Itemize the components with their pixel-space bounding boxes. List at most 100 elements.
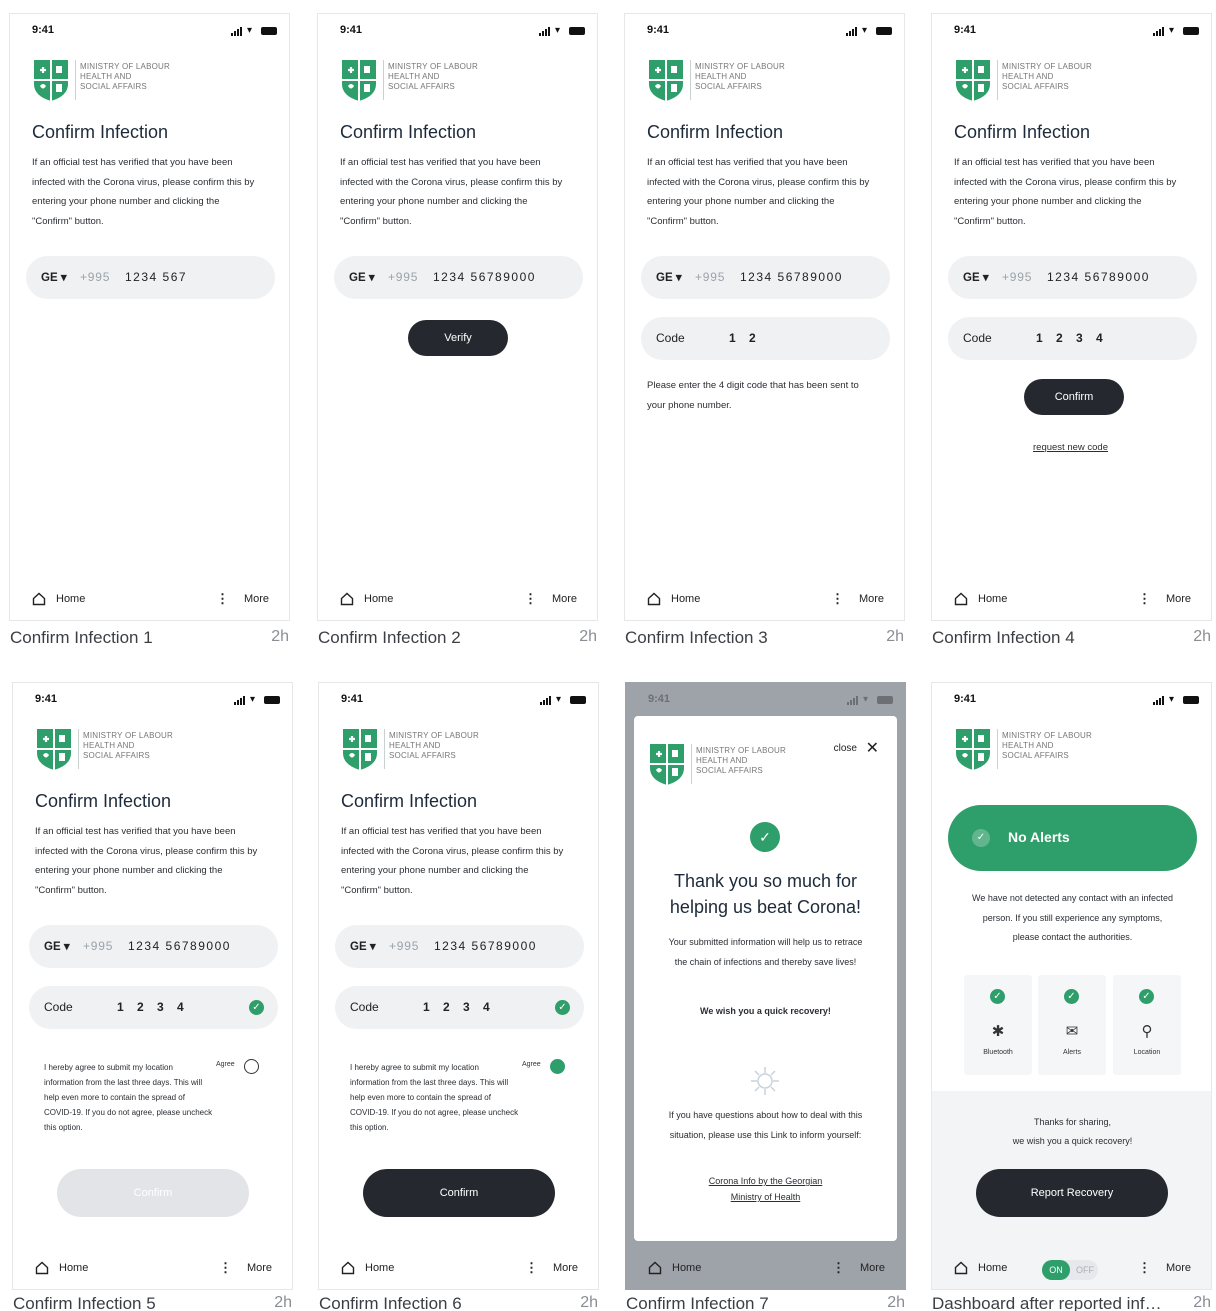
nav-more[interactable]: More [553,1262,578,1274]
tile-alerts[interactable]: ✓ ✉ Alerts [1038,975,1106,1075]
agree-text: I hereby agree to submit my location inf… [44,1063,213,1132]
bottom-nav: Home ⋮ More [319,1251,598,1289]
shield-icon [956,729,990,770]
clock: 9:41 [341,693,364,705]
code-input[interactable]: Code 1 2 [641,317,890,360]
battery-icon [876,27,892,35]
code-label: Code [656,331,685,345]
more-icon[interactable]: ⋮ [1138,592,1151,605]
more-icon[interactable]: ⋮ [1138,1261,1151,1274]
screen-time: 2h [274,1294,292,1311]
confirm-button[interactable]: Confirm [363,1169,555,1217]
tile-bluetooth[interactable]: ✓ ✱ Bluetooth [964,975,1032,1075]
nav-home[interactable]: Home [671,593,700,605]
tile-label: Location [1133,1049,1161,1056]
country-select[interactable]: GE ▾ [963,270,989,284]
more-icon[interactable]: ⋮ [525,1261,538,1274]
ministry-logo: MINISTRY OF LABOUR HEALTH AND SOCIAL AFF… [954,58,1124,106]
phone-input[interactable]: GE ▾ +995 1234 56789000 [335,925,584,968]
nav-home[interactable]: Home [364,593,393,605]
agree-radio[interactable] [244,1059,259,1074]
nav-more[interactable]: More [244,593,269,605]
nav-more[interactable]: More [860,1262,885,1274]
share-line-2: we wish you a quick recovery! [1012,1136,1133,1146]
chevron-down-icon: ▾ [675,272,682,284]
screen-time: 2h [1193,1294,1211,1311]
logo-divider [384,729,385,769]
more-icon[interactable]: ⋮ [832,1261,845,1274]
close-label[interactable]: close [834,743,857,754]
phone-input[interactable]: GE ▾ +995 1234 567 [26,256,275,299]
more-icon[interactable]: ⋮ [219,1261,232,1274]
modal-backdrop[interactable]: 9:41 ▾ MINISTRY OF LABOUR HEALTH AND SOC… [626,683,905,1289]
country-select[interactable]: GE ▾ [44,939,70,953]
nav-more[interactable]: More [1166,593,1191,605]
confirm-button[interactable]: Confirm [1024,379,1124,415]
nav-more[interactable]: More [552,593,577,605]
code-input[interactable]: Code 1 2 3 4 ✓ [29,986,278,1029]
phone-input[interactable]: GE ▾ +995 1234 56789000 [334,256,583,299]
code-value: 1 2 [729,331,761,345]
verify-button[interactable]: Verify [408,320,508,356]
nav-home[interactable]: Home [365,1262,394,1274]
country-select[interactable]: GE ▾ [41,270,67,284]
check-icon: ✓ [555,1000,570,1015]
bottom-nav: Home ON OFF ⋮ More [932,1251,1211,1289]
corona-info-link[interactable]: Corona Info by the Georgian Ministry of … [664,1173,867,1205]
nav-more[interactable]: More [247,1262,272,1274]
code-input[interactable]: Code 1 2 3 4 [948,317,1197,360]
phone-input[interactable]: GE ▾ +995 1234 56789000 [29,925,278,968]
country-select[interactable]: GE ▾ [350,939,376,953]
share-line-1: Thanks for sharing, [1033,1117,1112,1127]
screen-confirm-infection-7: 9:41 ▾ MINISTRY OF LABOUR HEALTH AND SOC… [625,682,906,1290]
request-new-code-link[interactable]: request new code [1033,442,1108,453]
home-icon[interactable] [32,592,46,606]
nav-more[interactable]: More [1166,1262,1191,1274]
phone-prefix: +995 [80,270,111,284]
more-icon[interactable]: ⋮ [524,592,537,605]
phone-input[interactable]: GE ▾ +995 1234 56789000 [641,256,890,299]
nav-home[interactable]: Home [56,593,85,605]
agree-radio[interactable] [550,1059,565,1074]
nav-home[interactable]: Home [978,1262,1007,1274]
report-recovery-button[interactable]: Report Recovery [976,1169,1168,1217]
more-icon[interactable]: ⋮ [831,592,844,605]
bottom-nav: Home ⋮ More [626,1251,905,1289]
home-icon[interactable] [648,1261,662,1275]
close-icon[interactable]: ✕ [866,738,879,758]
status-bar: 9:41 ▾ [35,693,280,709]
description: If an official test has verified that yo… [32,157,255,227]
phone-input[interactable]: GE ▾ +995 1234 56789000 [948,256,1197,299]
home-icon[interactable] [647,592,661,606]
clock: 9:41 [954,24,977,36]
home-icon[interactable] [954,1261,968,1275]
tracking-toggle[interactable]: ON OFF [1042,1260,1098,1280]
screen-confirm-infection-3: 9:41 ▾ MINISTRY OF LABOUR HEALTH AND SOC… [624,13,905,621]
screen-title: Confirm Infection 6 [319,1294,462,1311]
clock: 9:41 [954,693,977,705]
bottom-nav: Home ⋮ More [625,582,904,620]
country-select[interactable]: GE ▾ [349,270,375,284]
screen-title: Confirm Infection 3 [625,628,768,647]
home-icon[interactable] [341,1261,355,1275]
status-icons: ▾ [846,26,892,36]
country-select[interactable]: GE ▾ [656,270,682,284]
nav-more[interactable]: More [859,593,884,605]
wifi-icon: ▾ [1169,694,1175,705]
confirm-button-disabled[interactable]: Confirm [57,1169,249,1217]
shield-icon [37,729,71,770]
nav-home[interactable]: Home [978,593,1007,605]
ministry-name: MINISTRY OF LABOUR HEALTH AND SOCIAL AFF… [1002,62,1092,91]
status-bar: 9:41 ▾ [32,24,277,40]
nav-home[interactable]: Home [672,1262,701,1274]
nav-home[interactable]: Home [59,1262,88,1274]
code-input[interactable]: Code 1 2 3 4 ✓ [335,986,584,1029]
shield-icon [343,729,377,770]
home-icon[interactable] [954,592,968,606]
home-icon[interactable] [340,592,354,606]
phone-prefix: +995 [389,939,420,953]
tile-location[interactable]: ✓ ⚲ Location [1113,975,1181,1075]
shield-icon [956,60,990,101]
home-icon[interactable] [35,1261,49,1275]
more-icon[interactable]: ⋮ [216,592,229,605]
